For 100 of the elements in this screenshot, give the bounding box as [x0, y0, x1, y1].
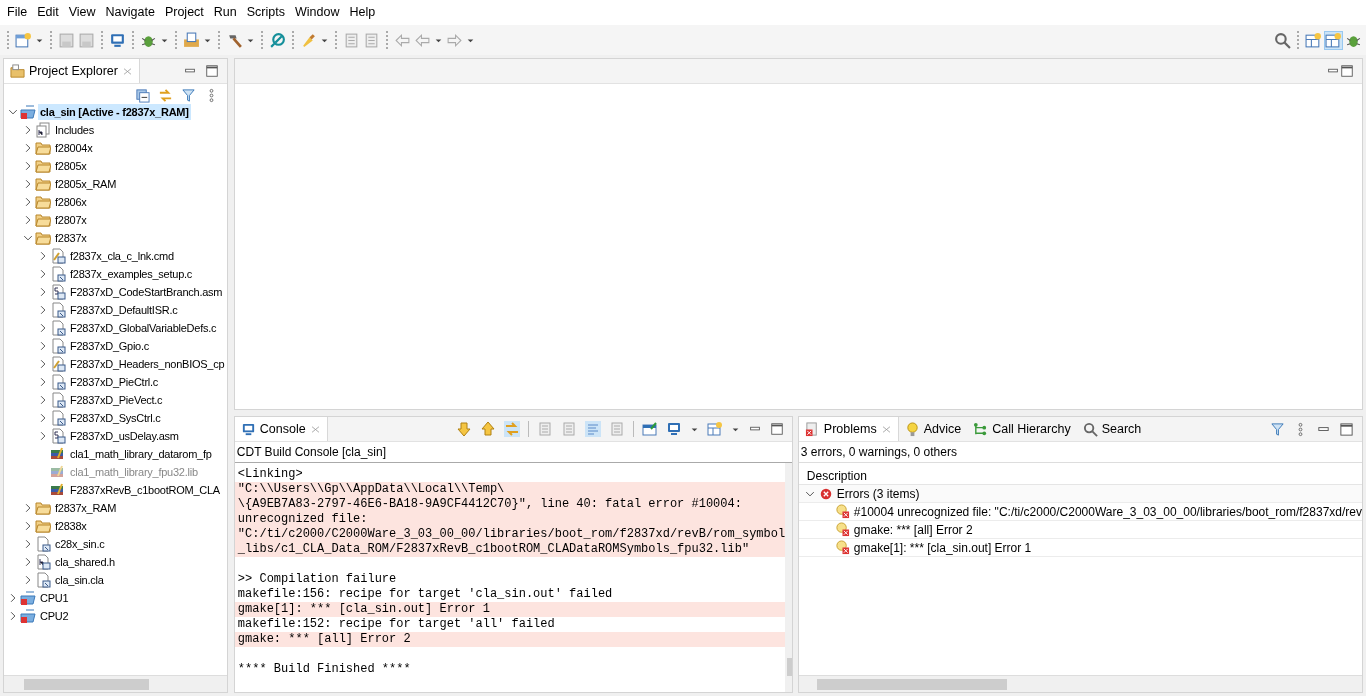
menu-item[interactable]: Scripts [241, 3, 290, 22]
tree-item[interactable]: F2837xD_Gpio.c [68, 337, 152, 355]
folder-icon [10, 63, 25, 79]
tree-item[interactable]: f2837x [53, 229, 89, 247]
problem-item[interactable]: gmake[1]: *** [cla_sin.out] Error 1 [853, 539, 1032, 556]
project-folder-icon [20, 590, 36, 606]
source-file-icon [50, 410, 66, 426]
menu-item[interactable]: Navigate [100, 3, 160, 22]
collapse-all-icon[interactable] [134, 88, 150, 103]
tree-item[interactable]: F2837xD_PieCtrl.c [68, 373, 161, 391]
tree-item[interactable]: f2837x_cla_c_lnk.cmd [68, 247, 176, 265]
panel-tab[interactable]: Call Hierarchy [967, 417, 1077, 441]
horizontal-scrollbar[interactable] [798, 675, 1362, 692]
tree-item[interactable]: Includes [53, 121, 96, 139]
folder-icon [35, 158, 51, 174]
console-line: >> Compilation failure [236, 572, 398, 587]
tree-item[interactable]: F2837xD_DefaultISR.c [68, 301, 180, 319]
header-file-icon [35, 554, 51, 570]
library-icon [50, 464, 66, 480]
problems-summary: 3 errors, 0 warnings, 0 others [799, 444, 958, 461]
library-icon [50, 482, 66, 498]
source-file-icon [50, 320, 66, 336]
folder-import-icon[interactable] [183, 31, 200, 49]
command-file-icon [50, 356, 66, 372]
search-ring-icon[interactable] [269, 31, 286, 49]
down-arrow-icon[interactable] [455, 421, 472, 437]
explorer-tab[interactable]: Project Explorer [4, 59, 140, 83]
search-icon[interactable] [1274, 31, 1291, 49]
perspective-icon[interactable] [1325, 31, 1342, 49]
source-file-icon [50, 302, 66, 318]
menu-item[interactable]: Project [159, 3, 209, 22]
monitor-icon[interactable] [109, 31, 126, 49]
error-marker-icon [834, 522, 850, 537]
folder-icon [35, 500, 51, 516]
problems-icon [804, 421, 820, 437]
tree-item[interactable]: f2805x_RAM [53, 175, 119, 193]
tree-item[interactable]: f2837x_examples_setup.c [68, 265, 195, 283]
problem-item[interactable]: gmake: *** [all] Error 2 [853, 521, 973, 538]
tree-item[interactable]: CPU2 [38, 607, 71, 625]
tree-item[interactable]: cla_shared.h [53, 553, 117, 571]
tree-item[interactable]: f2837x_RAM [53, 499, 119, 517]
maximize-icon[interactable] [1339, 421, 1354, 437]
tree-item[interactable]: f2805x [53, 157, 89, 175]
source-file-icon [50, 374, 66, 390]
tree-item[interactable]: c28x_sin.c [53, 535, 107, 553]
search-icon [1082, 421, 1098, 437]
up-arrow-icon[interactable] [479, 421, 496, 437]
console-tab[interactable]: Console [234, 417, 328, 441]
tree-item[interactable]: F2837xD_usDelay.asm [68, 427, 181, 445]
panel-tab[interactable]: Problems [798, 417, 899, 441]
menu-item[interactable]: File [2, 3, 33, 22]
tree-item[interactable]: F2837xD_PieVect.c [68, 391, 165, 409]
tree-item[interactable]: F2837xRevB_c1bootROM_CLA [68, 481, 222, 499]
menu-item[interactable]: Edit [32, 3, 64, 22]
error-marker-icon [834, 540, 850, 555]
monitor-icon[interactable] [665, 421, 682, 437]
folder-icon [35, 176, 51, 192]
perspective-icon[interactable] [1305, 31, 1322, 49]
folder-icon [35, 230, 51, 246]
tree-item[interactable]: F2837xD_GlobalVariableDefs.c [68, 319, 219, 337]
tree-item[interactable]: cla_sin.cla [53, 571, 106, 589]
pin-console-icon[interactable] [641, 421, 658, 437]
perspective-icon[interactable] [706, 421, 723, 437]
tree-item[interactable]: F2837xD_SysCtrl.c [68, 409, 163, 427]
call-hierarchy-icon [973, 421, 989, 437]
maximize-icon[interactable] [1340, 64, 1354, 78]
tree-item[interactable]: F2837xD_Headers_nonBIOS_cp [68, 355, 227, 373]
tree-item[interactable]: cla1_math_library_datarom_fp [68, 445, 214, 463]
console-line: **** Build Finished **** [236, 662, 412, 677]
tree-item[interactable]: f2806x [53, 193, 89, 211]
tree-item[interactable]: f2807x [53, 211, 89, 229]
menu-item[interactable]: Run [208, 3, 242, 22]
includes-icon [35, 122, 51, 138]
problem-item[interactable]: #10004 unrecognized file: "C:/ti/c2000/C2000Ware_3_03_00_00/libraries/boot_rom/f2837xd/rev [853, 503, 1362, 520]
menu-item[interactable]: View [63, 3, 101, 22]
folder-icon [35, 140, 51, 156]
filter-icon[interactable] [1270, 421, 1285, 437]
filter-icon[interactable] [180, 88, 196, 103]
horizontal-scrollbar[interactable] [4, 675, 227, 692]
project-folder-icon [20, 608, 36, 624]
panel-tab[interactable]: Advice [898, 417, 968, 441]
source-file-icon [35, 572, 51, 588]
menu-item[interactable]: Help [344, 3, 381, 22]
console-title: CDT Build Console [cla_sin] [234, 442, 792, 463]
command-file-icon [50, 248, 66, 264]
maximize-icon[interactable] [769, 422, 784, 436]
tree-item[interactable]: f2838x [53, 517, 89, 535]
folder-icon [35, 518, 51, 534]
problem-group[interactable]: Errors (3 items) [836, 485, 920, 502]
tree-item[interactable]: cla_sin [Active - f2837x_RAM] [38, 103, 191, 121]
tree-item[interactable]: F2837xD_CodeStartBranch.asm [68, 283, 225, 301]
menu-item[interactable]: Window [289, 3, 345, 22]
maximize-icon[interactable] [204, 64, 219, 78]
source-file-icon [50, 266, 66, 282]
vertical-scrollbar[interactable] [785, 463, 792, 692]
folder-icon [35, 194, 51, 210]
tree-item[interactable]: f28004x [53, 139, 95, 157]
tree-item[interactable]: cla1_math_library_fpu32.lib [68, 463, 200, 481]
tree-item[interactable]: CPU1 [38, 589, 71, 607]
panel-tab[interactable]: Search [1076, 417, 1148, 441]
